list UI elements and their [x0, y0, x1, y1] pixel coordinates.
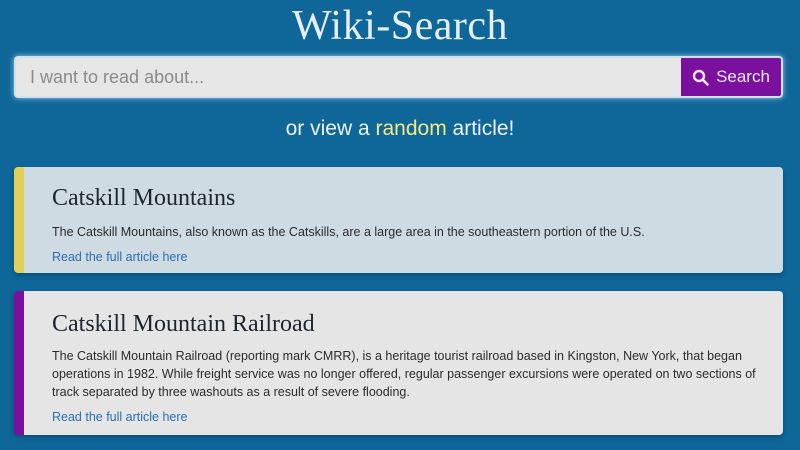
random-suffix: article! [446, 117, 515, 140]
random-article-line: or view a random article! [0, 115, 800, 143]
read-full-article-link[interactable]: Read the full article here [52, 410, 188, 424]
page-title: Wiki-Search [291, 3, 509, 49]
search-button[interactable]: Search [681, 56, 783, 98]
result-title: Catskill Mountains [52, 185, 236, 211]
result-card: Catskill Mountain Railroad The Catskill … [14, 291, 783, 435]
random-prefix: or view a [285, 117, 376, 140]
result-summary: The Catskill Mountains, also known as th… [52, 225, 645, 239]
search-bar: Search [14, 56, 783, 98]
result-card: Catskill Mountains The Catskill Mountain… [14, 167, 783, 273]
read-full-article-link[interactable]: Read the full article here [52, 250, 188, 264]
search-input[interactable] [14, 56, 681, 98]
search-button-label: Search [716, 67, 770, 86]
search-icon [692, 69, 709, 86]
result-title: Catskill Mountain Railroad [52, 311, 315, 337]
random-article-link[interactable]: random [375, 117, 446, 140]
result-summary: The Catskill Mountain Railroad (reportin… [52, 349, 756, 399]
